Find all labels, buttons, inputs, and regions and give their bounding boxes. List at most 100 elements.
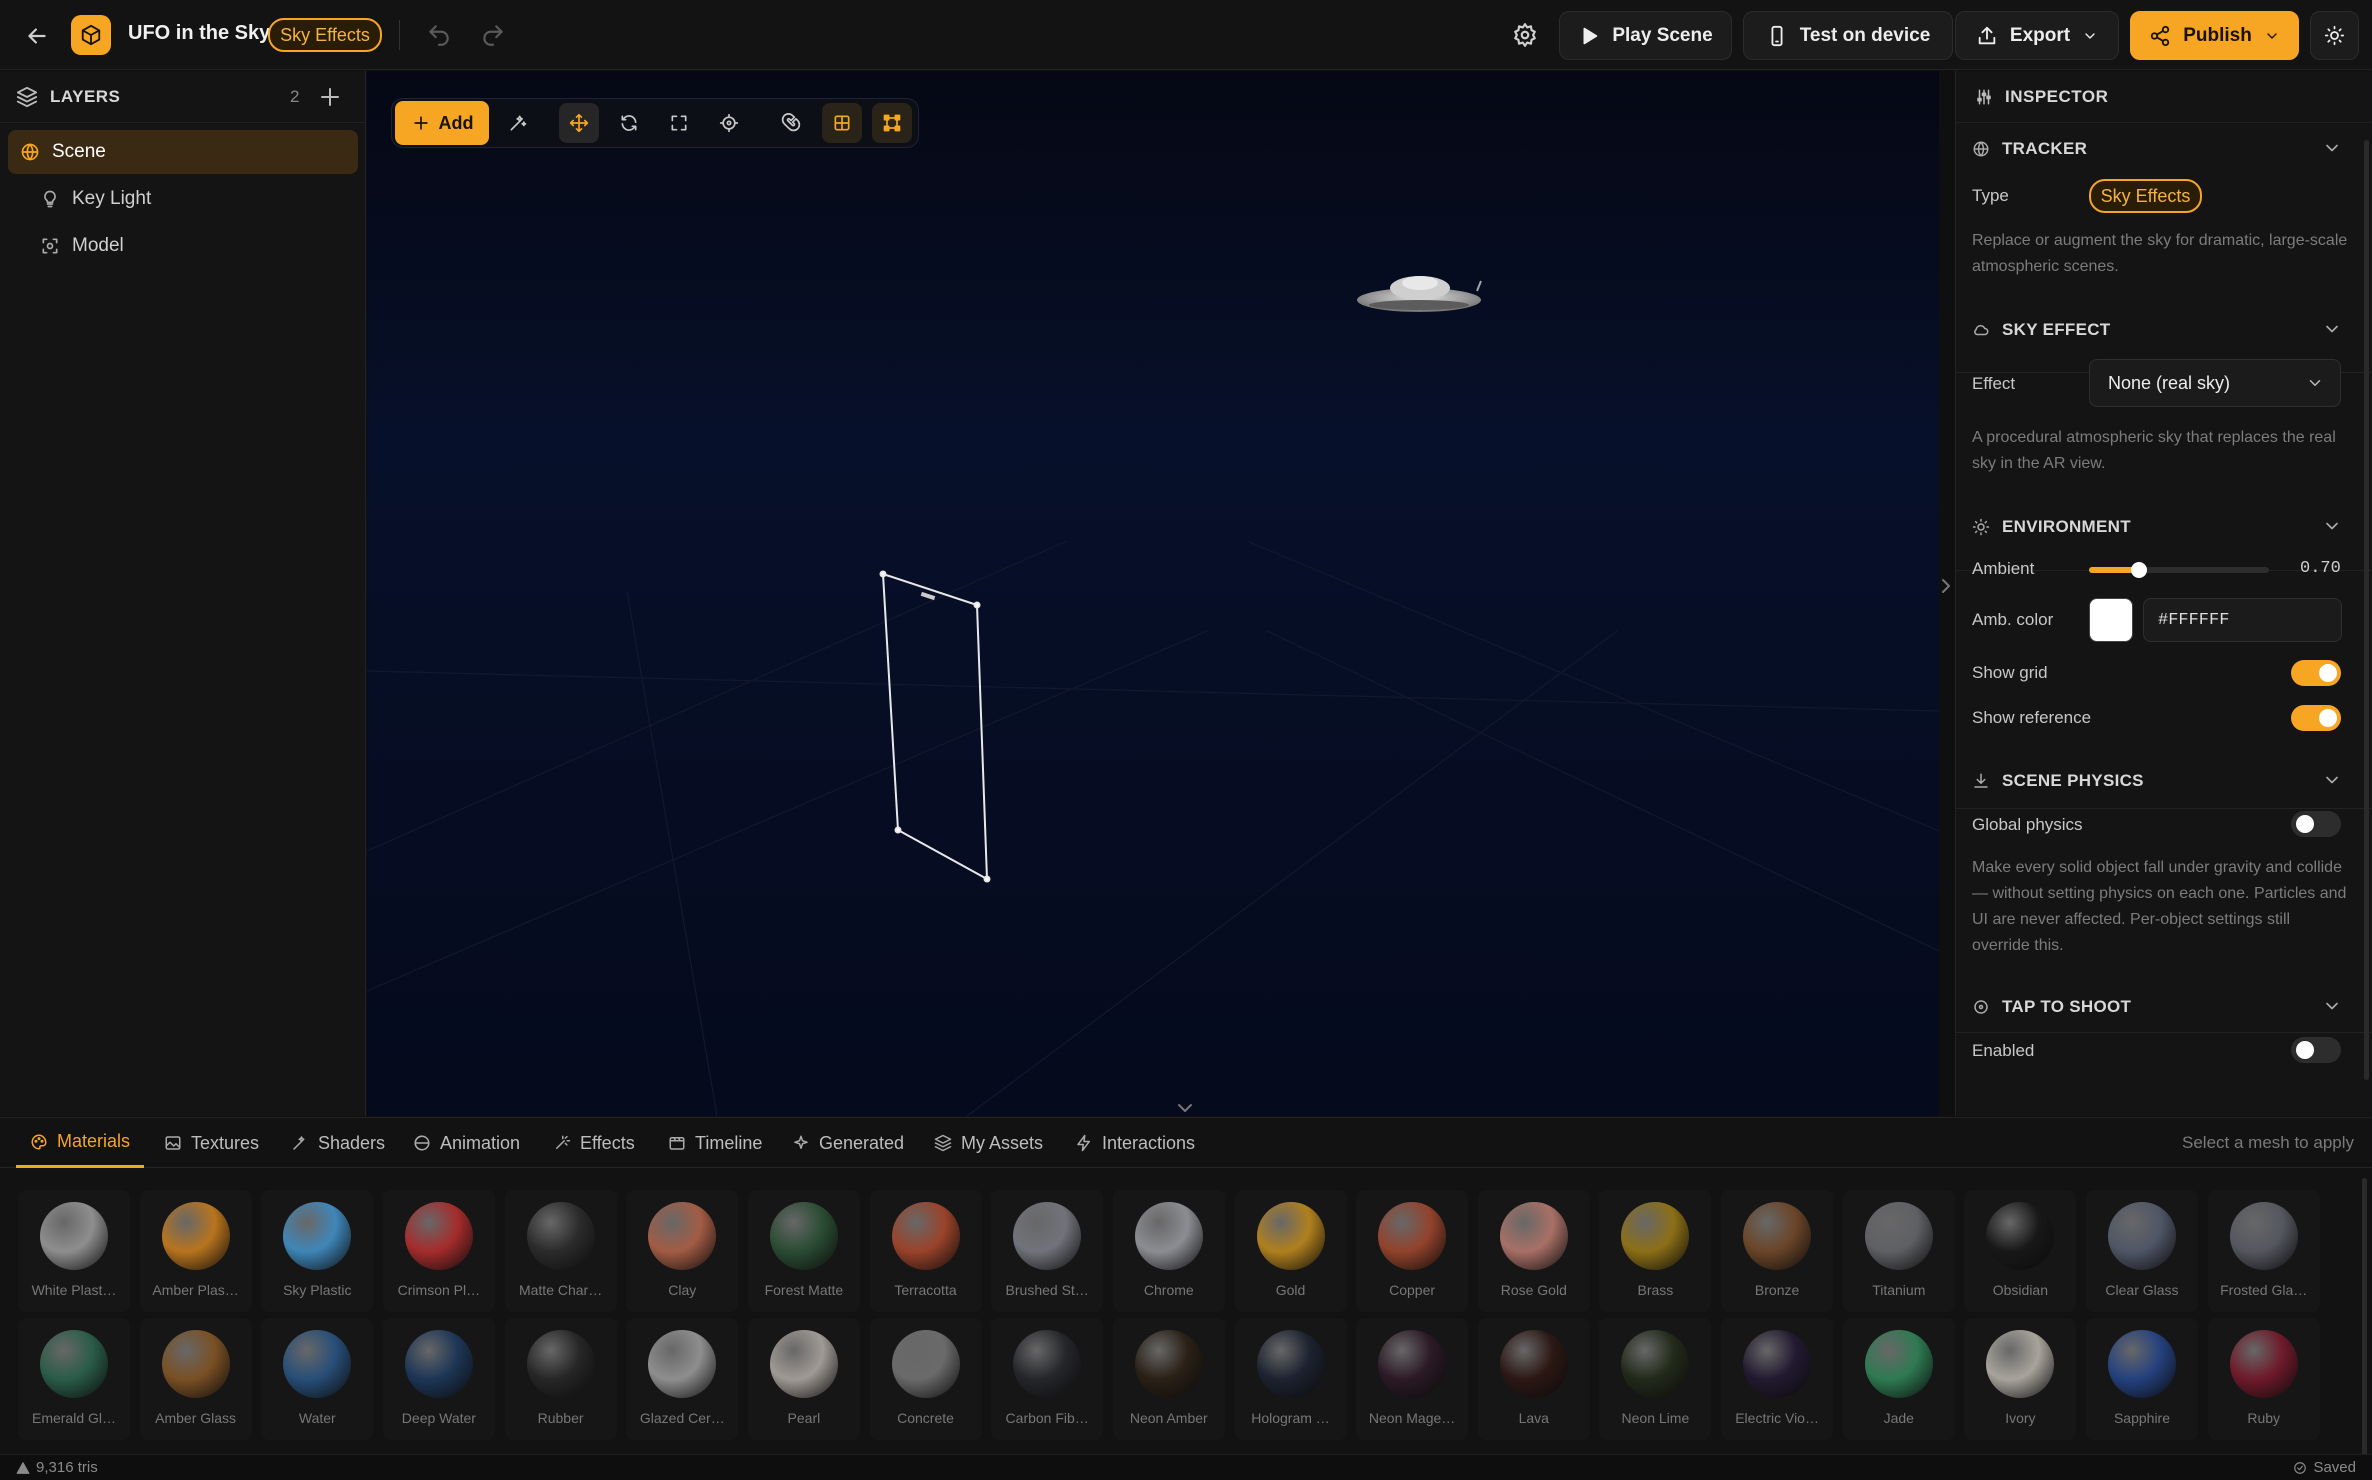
chevron-down-icon[interactable] [2322, 770, 2342, 790]
material-tile[interactable]: Sky Plastic [261, 1190, 374, 1312]
material-tile[interactable]: Ivory [1964, 1318, 2077, 1440]
magic-wand-icon[interactable] [498, 103, 538, 143]
tab-textures[interactable]: Textures [164, 1118, 259, 1168]
material-tile[interactable]: Terracotta [869, 1190, 982, 1312]
theme-sun-icon[interactable] [2310, 11, 2359, 60]
material-tile[interactable]: Ruby [2207, 1318, 2320, 1440]
grid-toggle-icon[interactable] [822, 103, 862, 143]
material-tile[interactable]: Gold [1234, 1190, 1347, 1312]
layer-item-scene[interactable]: Scene [8, 130, 358, 174]
material-tile[interactable]: Neon Amber [1112, 1318, 1225, 1440]
material-tile[interactable]: Amber Glass [139, 1318, 252, 1440]
material-tile[interactable]: Clay [626, 1190, 739, 1312]
material-tile[interactable]: Clear Glass [2086, 1190, 2198, 1312]
layer-item-key-light[interactable]: Key Light [40, 177, 151, 221]
tap-to-shoot-title[interactable]: TAP TO SHOOT [1972, 995, 2131, 1019]
tap-to-shoot-toggle[interactable] [2291, 1037, 2341, 1063]
material-tile[interactable]: Matte Char… [504, 1190, 617, 1312]
chevron-down-icon[interactable] [2322, 319, 2342, 339]
chevron-down-icon[interactable] [1175, 1101, 1195, 1115]
material-tile[interactable]: Water [261, 1318, 374, 1440]
tab-animation[interactable]: Animation [413, 1118, 520, 1168]
material-tile[interactable]: Titanium [1842, 1190, 1955, 1312]
materials-scrollbar[interactable] [2362, 1178, 2367, 1458]
redo-icon[interactable] [480, 22, 506, 48]
tab-materials[interactable]: Materials [16, 1118, 145, 1168]
play-scene-button[interactable]: Play Scene [1559, 11, 1732, 60]
material-tile[interactable]: Bronze [1721, 1190, 1834, 1312]
scene-canvas[interactable] [367, 71, 1939, 1116]
material-tile[interactable]: Neon Mage… [1356, 1318, 1469, 1440]
material-preview-sphere [1013, 1330, 1082, 1398]
material-tile[interactable]: Emerald Gl… [18, 1318, 130, 1440]
effect-select[interactable]: None (real sky) [2089, 359, 2341, 407]
magnet-snap-icon[interactable] [771, 103, 811, 143]
export-button[interactable]: Export [1955, 11, 2119, 60]
gear-icon[interactable] [1512, 22, 1538, 48]
global-physics-toggle[interactable] [2291, 811, 2341, 837]
material-tile[interactable]: Obsidian [1964, 1190, 2077, 1312]
lightbulb-icon [40, 189, 60, 209]
material-tile[interactable]: Frosted Gla… [2207, 1190, 2320, 1312]
tracker-title[interactable]: TRACKER [1972, 137, 2087, 161]
back-arrow-icon[interactable] [24, 23, 50, 49]
move-tool-icon[interactable] [559, 103, 599, 143]
chevron-down-icon[interactable] [2322, 138, 2342, 158]
tab-my-assets[interactable]: My Assets [934, 1118, 1043, 1168]
material-tile[interactable]: Rubber [504, 1318, 617, 1440]
show-reference-toggle[interactable] [2291, 705, 2341, 731]
tab-timeline[interactable]: Timeline [668, 1118, 762, 1168]
material-tile[interactable]: Lava [1477, 1318, 1590, 1440]
bounding-box-icon[interactable] [872, 103, 912, 143]
material-tile[interactable]: Hologram … [1234, 1318, 1347, 1440]
plus-icon [411, 113, 431, 133]
tab-interactions[interactable]: Interactions [1075, 1118, 1195, 1168]
material-tile[interactable]: Brass [1599, 1190, 1712, 1312]
tab-effects[interactable]: Effects [553, 1118, 635, 1168]
material-tile[interactable]: Electric Vio… [1721, 1318, 1834, 1440]
tab-generated[interactable]: Generated [792, 1118, 904, 1168]
focus-target-icon[interactable] [709, 103, 749, 143]
material-tile[interactable]: Amber Plas… [139, 1190, 252, 1312]
material-tile[interactable]: Deep Water [382, 1318, 495, 1440]
material-tile[interactable]: Copper [1356, 1190, 1469, 1312]
test-on-device-button[interactable]: Test on device [1743, 11, 1953, 60]
material-tile[interactable]: Sapphire [2086, 1318, 2198, 1440]
material-tile[interactable]: Concrete [869, 1318, 982, 1440]
scene-physics-title[interactable]: SCENE PHYSICS [1972, 769, 2144, 793]
amb-color-hex-input[interactable]: #FFFFFF [2143, 598, 2342, 642]
material-tile[interactable]: White Plast… [18, 1190, 130, 1312]
material-tile[interactable]: Rose Gold [1477, 1190, 1590, 1312]
layers-header: LAYERS [0, 71, 365, 123]
inspector-scrollbar[interactable] [2364, 140, 2369, 1080]
material-tile[interactable]: Carbon Fib… [991, 1318, 1104, 1440]
chevron-down-icon[interactable] [2322, 516, 2342, 536]
material-preview-sphere [891, 1202, 960, 1270]
publish-button[interactable]: Publish [2130, 11, 2299, 60]
sky-effect-title[interactable]: SKY EFFECT [1972, 318, 2110, 342]
layers-panel: LAYERS 2 Scene Key Light Model [0, 71, 366, 1116]
chevron-down-icon[interactable] [2322, 996, 2342, 1016]
material-tile[interactable]: Crimson Pl… [382, 1190, 495, 1312]
tracker-type-badge[interactable]: Sky Effects [2089, 179, 2202, 213]
show-grid-toggle[interactable] [2291, 660, 2341, 686]
material-tile[interactable]: Chrome [1112, 1190, 1225, 1312]
environment-title[interactable]: ENVIRONMENT [1972, 515, 2131, 539]
chevron-right-icon[interactable] [1940, 576, 1952, 596]
add-button[interactable]: Add [395, 101, 489, 145]
material-tile[interactable]: Pearl [747, 1318, 860, 1440]
rotate-tool-icon[interactable] [609, 103, 649, 143]
material-tile[interactable]: Forest Matte [747, 1190, 860, 1312]
add-layer-icon[interactable] [318, 85, 342, 109]
ambient-slider-handle[interactable] [2131, 562, 2147, 578]
undo-icon[interactable] [426, 22, 452, 48]
material-tile[interactable]: Brushed St… [991, 1190, 1104, 1312]
layer-item-model[interactable]: Model [40, 224, 124, 268]
material-tile[interactable]: Neon Lime [1599, 1318, 1712, 1440]
scene-viewport[interactable] [367, 71, 1939, 1116]
scale-tool-icon[interactable] [659, 103, 699, 143]
amb-color-swatch[interactable] [2089, 598, 2133, 642]
material-tile[interactable]: Jade [1842, 1318, 1955, 1440]
material-tile[interactable]: Glazed Cer… [626, 1318, 739, 1440]
tab-shaders[interactable]: Shaders [291, 1118, 385, 1168]
